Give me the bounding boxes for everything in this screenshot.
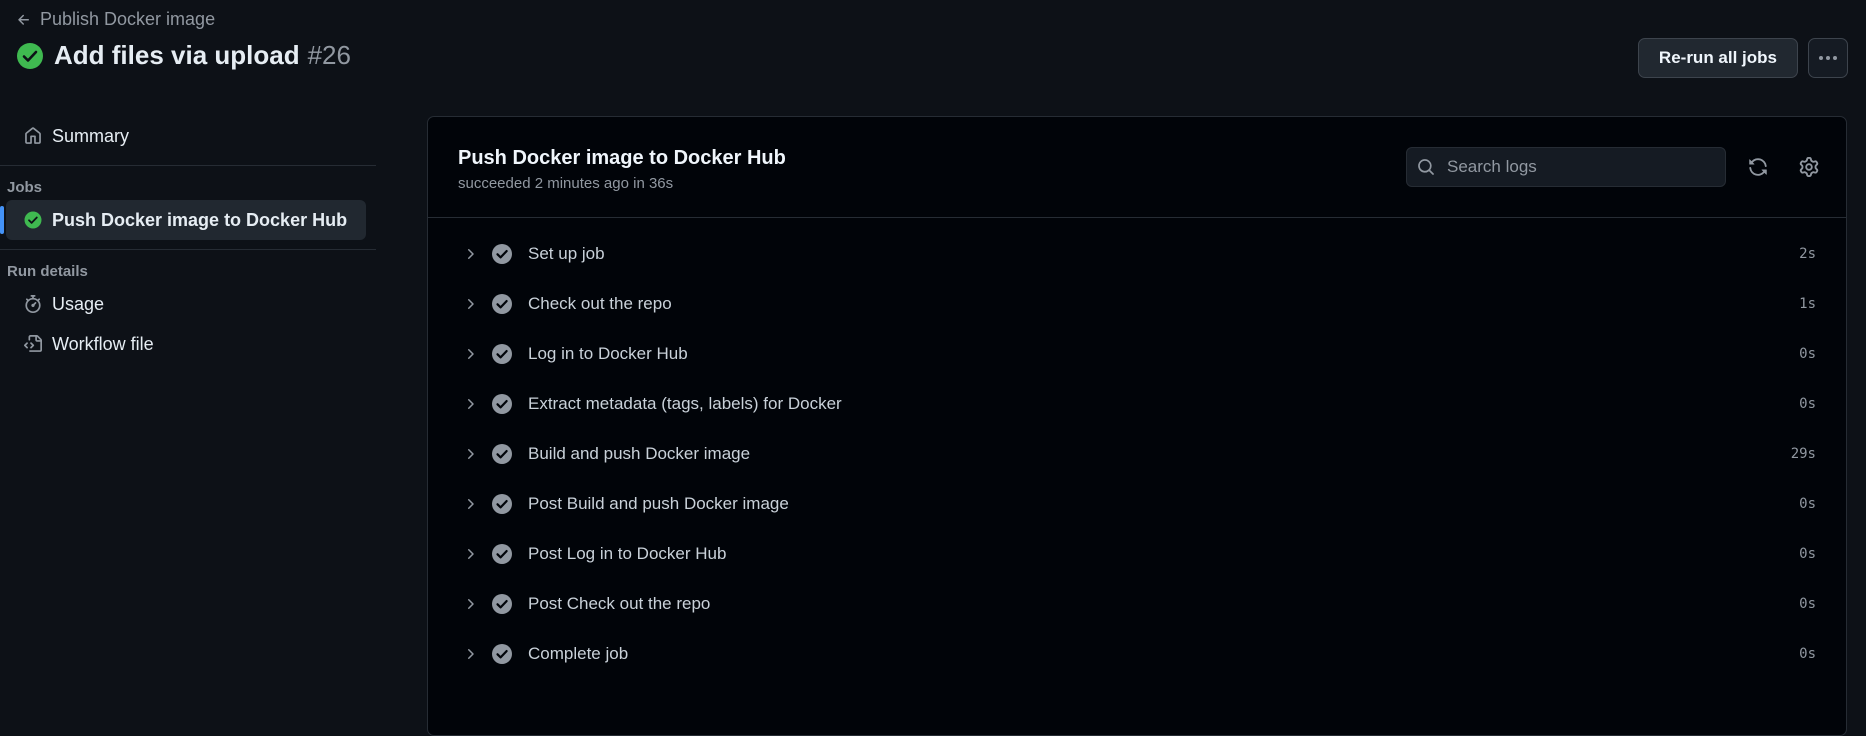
sidebar-divider — [0, 249, 376, 250]
file-code-icon — [24, 335, 42, 353]
check-circle-fill-icon — [491, 443, 513, 465]
chevron-right-icon[interactable] — [462, 296, 478, 312]
step-duration: 0s — [1799, 596, 1816, 612]
step-duration: 1s — [1799, 296, 1816, 312]
step-duration: 0s — [1799, 646, 1816, 662]
step-name: Complete job — [528, 644, 629, 663]
step-row[interactable]: Check out the repo 1s — [428, 279, 1846, 329]
chevron-right-icon[interactable] — [462, 596, 478, 612]
step-name: Build and push Docker image — [528, 444, 751, 463]
step-duration: 0s — [1799, 346, 1816, 362]
search-logs-input[interactable] — [1445, 156, 1705, 178]
step-name: Post Log in to Docker Hub — [528, 544, 727, 563]
step-name: Log in to Docker Hub — [528, 344, 688, 363]
sidebar: Summary Jobs Push Docker image to Docker… — [0, 116, 376, 364]
step-duration: 2s — [1799, 246, 1816, 262]
step-row[interactable]: Log in to Docker Hub 0s — [428, 329, 1846, 379]
step-name: Check out the repo — [528, 294, 672, 313]
check-circle-fill-icon — [16, 42, 44, 70]
run-details-heading: Run details — [7, 263, 88, 280]
job-status-text: succeeded 2 minutes ago in 36s — [458, 175, 674, 192]
gear-icon — [1799, 157, 1819, 177]
step-name: Extract metadata (tags, labels) for Dock… — [528, 394, 842, 413]
log-settings-button[interactable] — [1795, 153, 1823, 181]
job-title: Push Docker image to Docker Hub — [458, 147, 786, 169]
more-options-button[interactable] — [1808, 38, 1848, 78]
check-circle-fill-icon — [491, 343, 513, 365]
search-logs-box[interactable] — [1406, 147, 1726, 187]
check-circle-fill-icon — [24, 211, 42, 229]
job-header: Push Docker image to Docker Hub succeede… — [428, 117, 1846, 218]
step-duration: 0s — [1799, 546, 1816, 562]
chevron-right-icon[interactable] — [462, 246, 478, 262]
header-actions: Re-run all jobs — [1637, 38, 1848, 78]
chevron-right-icon[interactable] — [462, 346, 478, 362]
sidebar-item-job[interactable]: Push Docker image to Docker Hub — [0, 200, 366, 240]
search-icon — [1417, 158, 1435, 176]
step-name: Set up job — [528, 244, 605, 263]
sidebar-item-label: Workflow file — [52, 333, 154, 354]
check-circle-fill-icon — [491, 493, 513, 515]
step-row[interactable]: Set up job 2s — [428, 229, 1846, 279]
chevron-right-icon[interactable] — [462, 496, 478, 512]
step-row[interactable]: Complete job 0s — [428, 629, 1846, 679]
check-circle-fill-icon — [491, 593, 513, 615]
step-duration: 29s — [1790, 446, 1816, 462]
check-circle-fill-icon — [491, 543, 513, 565]
sidebar-item-label: Push Docker image to Docker Hub — [52, 209, 348, 230]
step-name: Post Build and push Docker image — [528, 494, 789, 513]
jobs-heading: Jobs — [7, 179, 43, 196]
check-circle-fill-icon — [491, 243, 513, 265]
check-circle-fill-icon — [491, 393, 513, 415]
refresh-logs-button[interactable] — [1744, 153, 1772, 181]
check-circle-fill-icon — [491, 643, 513, 665]
arrow-left-icon — [16, 12, 32, 28]
chevron-right-icon[interactable] — [462, 646, 478, 662]
step-row[interactable]: Post Log in to Docker Hub 0s — [428, 529, 1846, 579]
step-row[interactable]: Post Check out the repo 0s — [428, 579, 1846, 629]
sync-icon — [1748, 157, 1768, 177]
stopwatch-icon — [24, 295, 42, 313]
sidebar-item-label: Usage — [52, 293, 105, 314]
page-title: Add files via upload — [54, 40, 300, 70]
kebab-horizontal-icon — [1818, 55, 1838, 61]
chevron-right-icon[interactable] — [462, 396, 478, 412]
back-link-label: Publish Docker image — [40, 9, 216, 29]
job-log-panel: Push Docker image to Docker Hub succeede… — [427, 116, 1847, 736]
steps-list: Set up job 2s Check out the repo 1s Log … — [428, 218, 1846, 679]
run-number: #26 — [307, 40, 351, 70]
rerun-all-jobs-button[interactable]: Re-run all jobs — [1637, 38, 1798, 78]
step-row[interactable]: Post Build and push Docker image 0s — [428, 479, 1846, 529]
step-duration: 0s — [1799, 396, 1816, 412]
sidebar-item-usage[interactable]: Usage — [6, 284, 368, 324]
chevron-right-icon[interactable] — [462, 546, 478, 562]
sidebar-item-label: Summary — [52, 125, 130, 146]
check-circle-fill-icon — [491, 293, 513, 315]
step-name: Post Check out the repo — [528, 594, 711, 613]
back-link[interactable]: Publish Docker image — [16, 9, 215, 30]
sidebar-divider — [0, 165, 376, 166]
step-row[interactable]: Build and push Docker image 29s — [428, 429, 1846, 479]
step-duration: 0s — [1799, 496, 1816, 512]
step-row[interactable]: Extract metadata (tags, labels) for Dock… — [428, 379, 1846, 429]
sidebar-item-workflow-file[interactable]: Workflow file — [6, 324, 368, 364]
sidebar-item-summary[interactable]: Summary — [6, 116, 368, 156]
home-icon — [24, 127, 42, 145]
chevron-right-icon[interactable] — [462, 446, 478, 462]
run-title-row: Add files via upload #26 — [16, 40, 351, 71]
